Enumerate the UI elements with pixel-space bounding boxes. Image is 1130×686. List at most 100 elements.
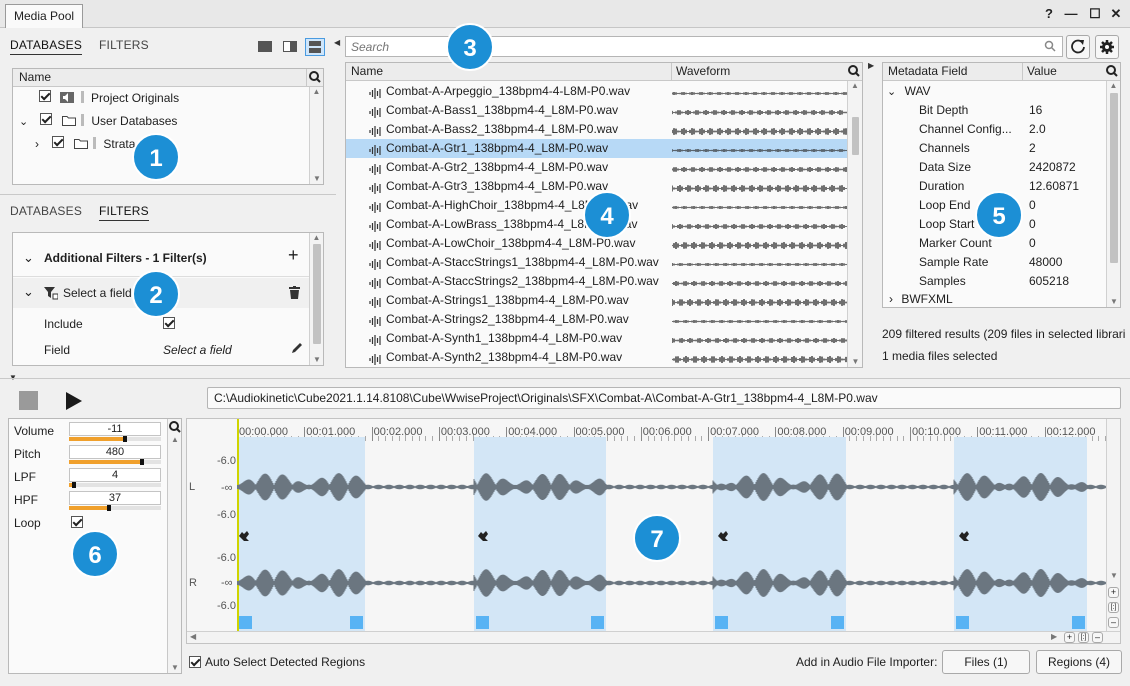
chevron-down-icon[interactable]: ⌄ — [23, 250, 34, 266]
tree-item-strata[interactable]: › Strata — [35, 135, 135, 154]
file-row[interactable]: Combat-A-Bass2_138bpm4-4_L8M-P0.wav — [346, 120, 848, 139]
checkbox[interactable] — [40, 113, 53, 125]
tree-item-project-originals[interactable]: Project Originals — [39, 89, 179, 108]
metadata-field-header[interactable]: Metadata Field — [888, 63, 967, 80]
collapse-right-icon[interactable]: ▶ — [868, 61, 874, 70]
checkbox[interactable] — [52, 136, 65, 148]
loop-checkbox[interactable] — [71, 516, 83, 528]
minimize-icon[interactable]: — — [1062, 5, 1080, 23]
param-value-field[interactable]: 4 — [69, 468, 161, 482]
zoom-out-h-icon[interactable]: – — [1092, 632, 1103, 643]
chevron-down-icon[interactable]: ⌄ — [23, 284, 34, 300]
metadata-value: 0 — [1029, 198, 1036, 212]
file-row[interactable]: Combat-A-Gtr2_138bpm4-4_L8M-P0.wav — [346, 158, 848, 177]
chevron-down-icon[interactable]: ⌄ — [887, 86, 896, 98]
add-filter-icon[interactable]: + — [288, 245, 299, 266]
regions-button[interactable]: Regions (4) — [1036, 650, 1122, 674]
zoom-out-v-icon[interactable]: – — [1108, 617, 1119, 628]
waveform-column-header[interactable]: Waveform — [676, 63, 730, 80]
layout-stack-icon[interactable] — [305, 38, 325, 56]
metadata-row[interactable]: Channel Config... 2.0 — [883, 120, 1105, 139]
zoom-fit-h-icon[interactable]: [:] — [1078, 632, 1089, 643]
zoom-in-h-icon[interactable]: + — [1064, 632, 1075, 643]
tab-databases-2[interactable]: DATABASES — [10, 204, 82, 218]
region-start-handle[interactable] — [715, 616, 728, 629]
file-row[interactable]: Combat-A-Strings2_138bpm4-4_L8M-P0.wav — [346, 310, 848, 329]
file-row[interactable]: Combat-A-Synth2_138bpm4-4_L8M-P0.wav — [346, 348, 848, 367]
collapse-left-icon[interactable]: ◀ — [334, 38, 340, 47]
tree-search-icon[interactable] — [308, 70, 322, 85]
region-start-handle[interactable] — [476, 616, 489, 629]
param-value-field[interactable]: 480 — [69, 445, 161, 459]
files-button[interactable]: Files (1) — [942, 650, 1030, 674]
include-checkbox[interactable] — [163, 317, 175, 329]
chevron-right-icon[interactable]: › — [889, 292, 893, 306]
metadata-row[interactable]: Bit Depth 16 — [883, 101, 1105, 120]
tab-filters[interactable]: FILTERS — [99, 38, 149, 52]
zoom-in-v-icon[interactable]: + — [1108, 587, 1119, 598]
metadata-value-header[interactable]: Value — [1027, 63, 1057, 80]
filters-scrollbar[interactable]: ▲ ▼ — [309, 233, 323, 365]
metadata-group-wav[interactable]: ⌄ WAV — [887, 82, 931, 101]
metadata-row[interactable]: Channels 2 — [883, 139, 1105, 158]
layout-single-icon[interactable] — [258, 41, 272, 52]
param-value-field[interactable]: -11 — [69, 422, 161, 436]
layout-split-icon[interactable] — [283, 41, 297, 52]
search-icon[interactable] — [1044, 40, 1056, 52]
file-row[interactable]: Combat-A-Arpeggio_138bpm4-4-L8M-P0.wav — [346, 82, 848, 101]
param-slider[interactable] — [69, 505, 161, 511]
region-end-handle[interactable] — [350, 616, 363, 629]
play-button[interactable] — [64, 390, 84, 412]
param-slider[interactable] — [69, 459, 161, 465]
file-row[interactable]: Combat-A-Gtr1_138bpm4-4_L8M-P0.wav — [346, 139, 848, 158]
file-row[interactable]: Combat-A-StaccStrings1_138bpm4-4_L8M-P0.… — [346, 253, 848, 272]
tree-item-user-databases[interactable]: ⌄ User Databases — [19, 112, 177, 131]
metadata-row[interactable]: Samples 605218 — [883, 272, 1105, 291]
file-row[interactable]: Combat-A-Synth1_138bpm4-4_L8M-P0.wav — [346, 329, 848, 348]
region-start-handle[interactable] — [956, 616, 969, 629]
params-search-icon[interactable] — [168, 420, 182, 434]
zoom-fit-v-icon[interactable]: [:] — [1108, 602, 1119, 613]
waveform-file-icon — [369, 181, 383, 194]
auto-select-checkbox[interactable] — [189, 656, 201, 668]
metadata-value: 12.60871 — [1029, 179, 1080, 193]
tab-databases[interactable]: DATABASES — [10, 38, 83, 55]
stop-button[interactable] — [19, 391, 38, 410]
settings-button[interactable] — [1095, 35, 1119, 59]
media-pool-tab[interactable]: Media Pool — [5, 4, 84, 28]
tree-scrollbar[interactable]: ▲ ▼ — [309, 87, 323, 184]
file-row[interactable]: Combat-A-StaccStrings2_138bpm4-4_L8M-P0.… — [346, 272, 848, 291]
refresh-button[interactable] — [1066, 35, 1090, 59]
waveform-hscroll[interactable]: ◀ ▶ + [:] – — [187, 631, 1120, 643]
file-list-scrollbar[interactable]: ▲ ▼ — [847, 81, 862, 367]
metadata-search-icon[interactable] — [1105, 64, 1119, 79]
name-column-header[interactable]: Name — [351, 63, 383, 80]
param-slider[interactable] — [69, 482, 161, 488]
param-slider[interactable] — [69, 436, 161, 442]
maximize-icon[interactable]: ☐ — [1086, 5, 1104, 23]
file-row[interactable]: Combat-A-Bass1_138bpm4-4_L8M-P0.wav — [346, 101, 848, 120]
region-end-handle[interactable] — [591, 616, 604, 629]
file-row[interactable]: Combat-A-Strings1_138bpm4-4_L8M-P0.wav — [346, 291, 848, 310]
metadata-scrollbar[interactable]: ▲ ▼ — [1106, 81, 1120, 307]
region-end-handle[interactable] — [1072, 616, 1085, 629]
params-scrollbar[interactable]: ▲ ▼ — [167, 419, 181, 673]
name-column-header[interactable]: Name — [19, 70, 51, 84]
chevron-down-icon[interactable]: ⌄ — [19, 113, 31, 132]
trash-icon[interactable] — [289, 286, 300, 299]
param-value-field[interactable]: 37 — [69, 491, 161, 505]
metadata-row[interactable]: Sample Rate 48000 — [883, 253, 1105, 272]
checkbox[interactable] — [39, 90, 51, 102]
tab-filters-2[interactable]: FILTERS — [99, 204, 149, 221]
region-end-handle[interactable] — [831, 616, 844, 629]
close-icon[interactable]: ✕ — [1107, 5, 1125, 23]
region-start-handle[interactable] — [239, 616, 252, 629]
field-select[interactable]: Select a field — [163, 343, 232, 357]
chevron-right-icon[interactable]: › — [35, 135, 47, 154]
metadata-group-bwfxml[interactable]: › BWFXML — [889, 290, 953, 309]
metadata-row[interactable]: Data Size 2420872 — [883, 158, 1105, 177]
list-search-icon[interactable] — [847, 64, 861, 79]
help-icon[interactable]: ? — [1040, 5, 1058, 23]
waveform-vscroll[interactable]: ▼ + [:] – — [1106, 419, 1120, 631]
edit-icon[interactable] — [290, 341, 304, 355]
